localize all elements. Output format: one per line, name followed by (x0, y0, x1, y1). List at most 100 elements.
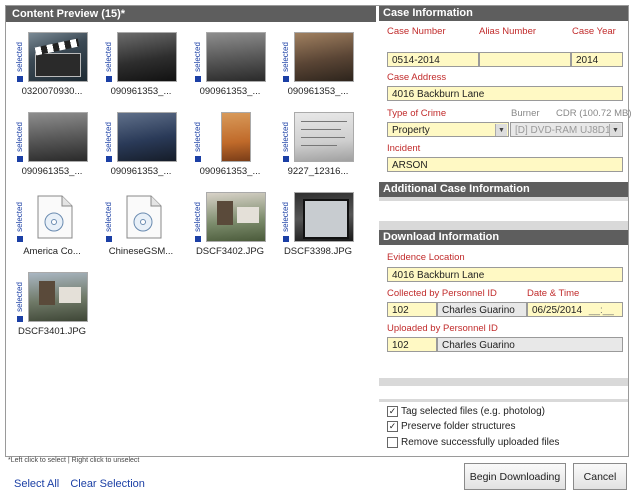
selected-label: selected (281, 122, 290, 152)
footer-links: Select All Clear Selection (14, 478, 153, 490)
document-icon (126, 195, 162, 239)
preserve-folders-checkbox[interactable]: ✓ Preserve folder structures (387, 421, 516, 432)
selected-label: selected (193, 202, 202, 232)
photo-thumbnail (206, 192, 266, 242)
selected-square-icon (195, 236, 201, 242)
thumbnail-tile[interactable]: selected 090961353_... (188, 30, 270, 108)
selected-marker: selected (192, 32, 204, 82)
thumbnail-tile[interactable]: selected 0320070930... (10, 30, 92, 108)
selected-label: selected (193, 122, 202, 152)
preserve-folders-label: Preserve folder structures (401, 421, 516, 433)
selected-label: selected (281, 202, 290, 232)
selected-marker: selected (280, 112, 292, 162)
selected-marker: selected (14, 32, 26, 82)
content-preview-panel: Content Preview (15)* selected 0320070930… (6, 6, 376, 456)
photo-thumbnail (294, 192, 354, 242)
thumbnail-tile[interactable]: selected DSCF3398.JPG (276, 190, 358, 268)
selected-marker: selected (280, 192, 292, 242)
thumbnail-caption: 090961353_... (199, 86, 261, 97)
type-of-crime-value: Property (392, 125, 430, 136)
selected-marker: selected (192, 192, 204, 242)
selected-square-icon (195, 76, 201, 82)
incident-field[interactable]: ARSON (387, 157, 623, 172)
select-all-link[interactable]: Select All (14, 478, 59, 490)
checkbox-checked-icon[interactable]: ✓ (387, 421, 398, 432)
thumbnail-tile[interactable]: selected DSCF3402.JPG (188, 190, 270, 268)
evidence-location-label: Evidence Location (387, 252, 465, 263)
collected-id-field[interactable]: 102 (387, 302, 437, 317)
case-info-header: Case Information (379, 6, 628, 21)
case-address-field[interactable]: 4016 Backburn Lane (387, 86, 623, 101)
selected-square-icon (195, 156, 201, 162)
thumbnail-caption: DSCF3402.JPG (195, 246, 265, 257)
thumbnail-tile[interactable]: selected 090961353_... (188, 110, 270, 188)
selected-label: selected (15, 282, 24, 312)
divider (379, 399, 628, 402)
photo-thumbnail (294, 32, 354, 82)
uploaded-name-field: Charles Guarino (437, 337, 623, 352)
selected-square-icon (283, 156, 289, 162)
document-icon (37, 195, 73, 239)
selected-label: selected (193, 42, 202, 72)
selected-square-icon (17, 236, 23, 242)
thumbnail-grid: selected 0320070930... selected 090961353_.… (6, 22, 376, 456)
burner-select[interactable]: [D] DVD-RAM UJ8D1 ▼ (510, 122, 623, 137)
begin-downloading-button[interactable]: Begin Downloading (464, 463, 566, 490)
thumbnail-caption: America Co... (23, 246, 81, 257)
type-of-crime-select[interactable]: Property ▼ (387, 122, 509, 137)
thumbnail-caption: 0320070930... (21, 86, 83, 97)
selected-square-icon (283, 76, 289, 82)
download-info-header: Download Information (379, 230, 628, 245)
selected-square-icon (106, 236, 112, 242)
selected-marker: selected (14, 112, 26, 162)
thumbnail-tile[interactable]: selected 090961353_... (276, 30, 358, 108)
thumbnail-tile[interactable]: selected DSCF3401.JPG (10, 270, 92, 348)
photo-thumbnail (117, 112, 177, 162)
incident-label: Incident (387, 143, 421, 154)
case-year-field[interactable]: 2014 (571, 52, 623, 67)
chevron-down-icon[interactable]: ▼ (609, 124, 621, 136)
thumbnail-tile[interactable]: selected 090961353_... (99, 110, 181, 188)
divider (379, 378, 628, 386)
selected-label: selected (15, 122, 24, 152)
selected-marker: selected (280, 32, 292, 82)
selected-square-icon (283, 236, 289, 242)
case-year-label: Case Year (572, 26, 616, 37)
selected-label: selected (15, 202, 24, 232)
clear-selection-link[interactable]: Clear Selection (70, 478, 145, 490)
evidence-location-field[interactable]: 4016 Backburn Lane (387, 267, 623, 282)
date-time-field[interactable]: 06/25/2014 __:__ (527, 302, 623, 317)
case-address-label: Case Address (387, 72, 447, 83)
checkbox-checked-icon[interactable]: ✓ (387, 406, 398, 417)
uploaded-id-field[interactable]: 102 (387, 337, 437, 352)
collected-name-field: Charles Guarino (437, 302, 527, 317)
case-number-label: Case Number (387, 26, 446, 37)
checkbox-unchecked-icon[interactable] (387, 437, 398, 448)
thumbnail-tile[interactable]: selected ChineseGSM... (99, 190, 181, 268)
thumbnail-tile[interactable]: selected 090961353_... (10, 110, 92, 188)
tag-files-checkbox[interactable]: ✓ Tag selected files (e.g. photolog) (387, 406, 545, 417)
case-number-field[interactable]: 0514-2014 (387, 52, 479, 67)
cancel-button[interactable]: Cancel (573, 463, 627, 490)
thumbnail-caption: DSCF3401.JPG (17, 326, 87, 337)
thumbnail-tile[interactable]: selected 9227_12316... (276, 110, 358, 188)
thumbnail-caption: 090961353_... (21, 166, 83, 177)
date-value: 06/25/2014 (532, 305, 583, 316)
selected-label: selected (15, 42, 24, 72)
thumbnail-tile[interactable]: selected 090961353_... (99, 30, 181, 108)
photo-thumbnail (221, 112, 251, 162)
chevron-down-icon[interactable]: ▼ (495, 124, 507, 136)
alias-number-field[interactable] (479, 52, 571, 67)
selected-label: selected (104, 42, 113, 72)
selected-label: selected (281, 42, 290, 72)
thumbnail-caption: 090961353_... (110, 86, 172, 97)
thumbnail-caption: 090961353_... (287, 86, 349, 97)
content-preview-header: Content Preview (15)* (6, 6, 376, 22)
selected-square-icon (106, 76, 112, 82)
photo-thumbnail (117, 32, 177, 82)
remove-uploaded-checkbox[interactable]: Remove successfully uploaded files (387, 437, 559, 448)
thumbnail-tile[interactable]: selected America Co... (10, 190, 92, 268)
selected-square-icon (17, 156, 23, 162)
selected-marker: selected (103, 32, 115, 82)
selected-label: selected (104, 202, 113, 232)
